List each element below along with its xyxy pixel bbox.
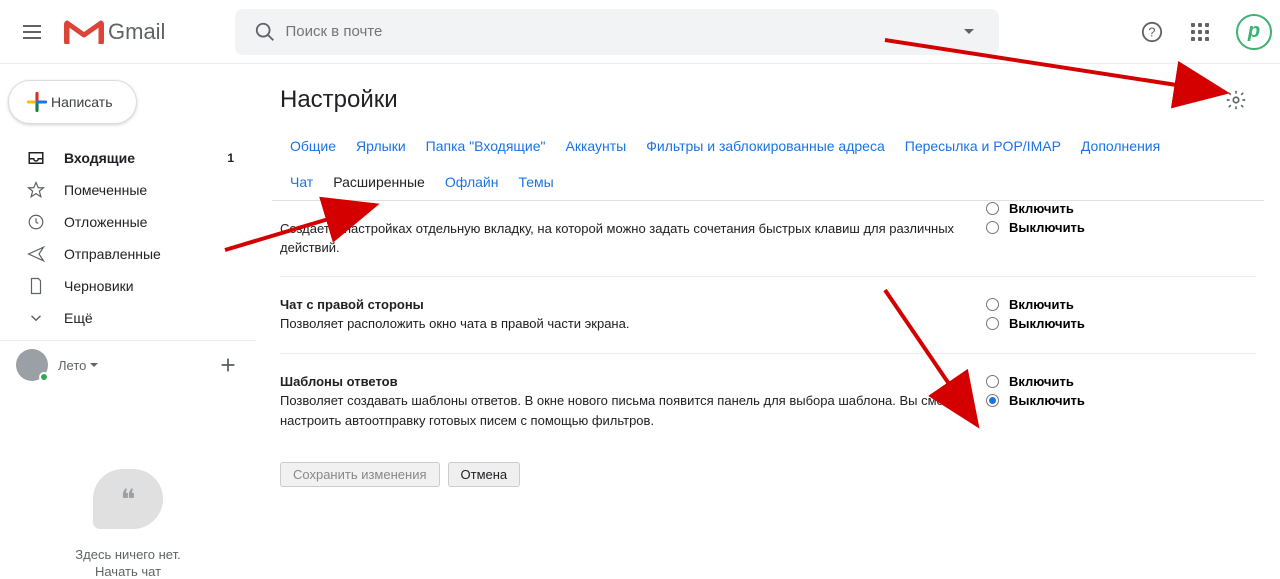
annotation-arrows bbox=[0, 0, 1280, 579]
